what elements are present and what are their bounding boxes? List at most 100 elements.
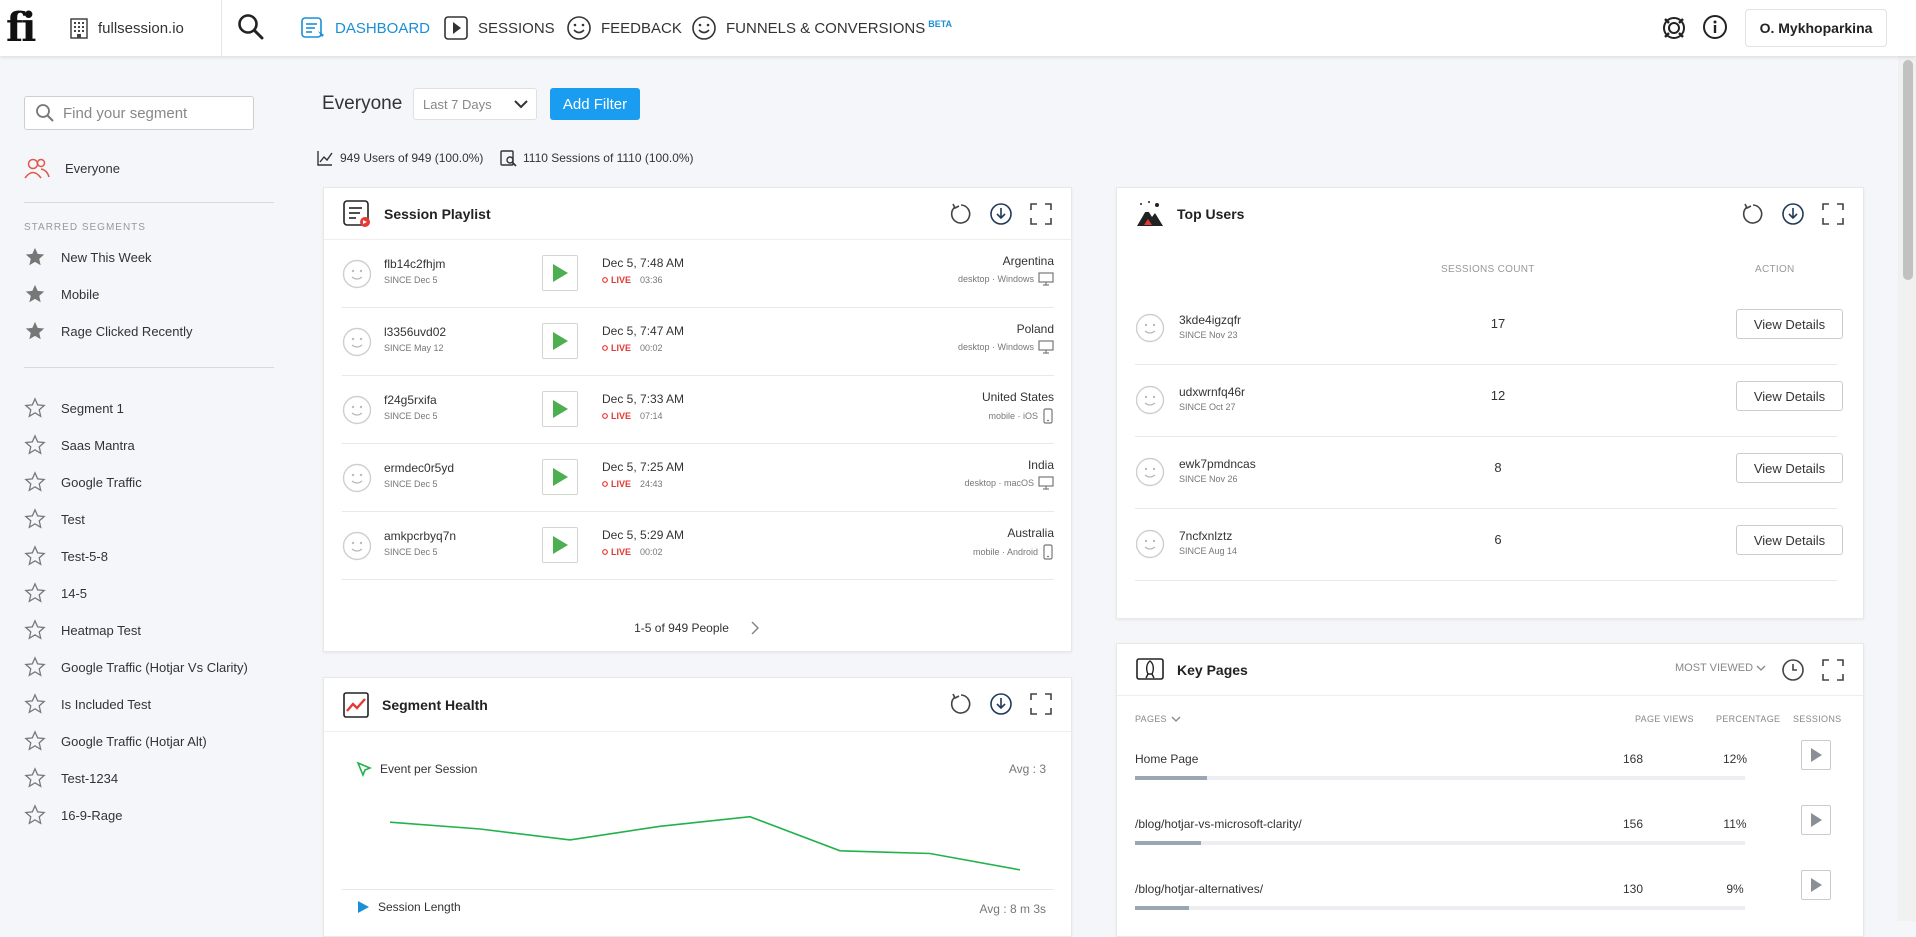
col-page-views: PAGE VIEWS	[1635, 714, 1694, 724]
top-user-id[interactable]: 7ncfxnlztz	[1179, 529, 1232, 543]
global-search-button[interactable]	[236, 12, 266, 42]
nav-sessions[interactable]: SESSIONS	[443, 0, 555, 56]
session-playlist-pager: 1-5 of 949 People	[324, 620, 1071, 636]
play-session-button[interactable]	[542, 527, 578, 563]
key-pages-sort-select[interactable]: MOST VIEWED	[1675, 662, 1766, 674]
page-path[interactable]: Home Page	[1135, 752, 1198, 766]
segment-item[interactable]: 14-5	[24, 581, 87, 605]
view-details-button[interactable]: View Details	[1736, 453, 1843, 483]
segment-everyone[interactable]: Everyone	[24, 156, 120, 180]
nav-funnels-conversions[interactable]: FUNNELS & CONVERSIONS BETA	[691, 0, 952, 56]
session-live-status: LIVE 00:02	[602, 343, 663, 353]
session-device: mobile · iOS	[988, 408, 1054, 424]
refresh-icon[interactable]	[949, 202, 973, 226]
info-button[interactable]	[1702, 14, 1728, 40]
refresh-icon[interactable]	[949, 692, 973, 716]
session-row[interactable]: ermdec0r5yd SINCE Dec 5 Dec 5, 7:25 AM LIVE…	[342, 444, 1054, 512]
session-playlist-header: Session Playlist	[324, 188, 1071, 240]
session-user-id[interactable]: amkpcrbyq7n	[384, 529, 456, 543]
fi-logo[interactable]: fi	[6, 4, 36, 51]
clock-icon[interactable]	[1781, 658, 1805, 682]
play-session-button[interactable]	[542, 255, 578, 291]
play-session-button[interactable]	[542, 459, 578, 495]
col-percentage: PERCENTAGE	[1716, 714, 1781, 724]
segment-item[interactable]: Test-5-8	[24, 544, 108, 568]
session-row[interactable]: f24g5rxifa SINCE Dec 5 Dec 5, 7:33 AM LIVE 0…	[342, 376, 1054, 444]
download-icon[interactable]	[989, 202, 1013, 226]
refresh-icon[interactable]	[1741, 202, 1765, 226]
segment-item[interactable]: Is Included Test	[24, 692, 151, 716]
segment-item[interactable]: Google Traffic (Hotjar Vs Clarity)	[24, 655, 248, 679]
current-segment-title: Everyone	[322, 93, 403, 114]
top-user-id[interactable]: ewk7pmdncas	[1179, 457, 1256, 471]
segment-item[interactable]: Segment 1	[24, 396, 124, 420]
session-country: India	[1027, 458, 1054, 472]
view-details-button[interactable]: View Details	[1736, 309, 1843, 339]
top-user-id[interactable]: 3kde4igzqfr	[1179, 313, 1241, 327]
add-filter-button[interactable]: Add Filter	[550, 88, 640, 120]
expand-icon[interactable]	[1821, 202, 1845, 226]
organization-switcher[interactable]: fullsession.io	[66, 0, 222, 56]
starred-segment-item[interactable]: New This Week	[24, 245, 152, 269]
segment-label: Segment 1	[61, 400, 124, 416]
monitor-icon	[1038, 476, 1054, 490]
phone-icon	[1043, 544, 1053, 560]
top-user-id[interactable]: udxwrnfq46r	[1179, 385, 1245, 399]
expand-icon[interactable]	[1029, 692, 1053, 716]
star-outline-icon	[24, 471, 46, 492]
segment-item[interactable]: Google Traffic	[24, 470, 142, 494]
segment-item[interactable]: Saas Mantra	[24, 433, 135, 457]
session-user-id[interactable]: ermdec0r5yd	[384, 461, 454, 475]
segment-item[interactable]: Google Traffic (Hotjar Alt)	[24, 729, 207, 753]
download-icon[interactable]	[1781, 202, 1805, 226]
play-page-sessions-button[interactable]	[1801, 740, 1831, 770]
view-details-button[interactable]: View Details	[1736, 525, 1843, 555]
expand-icon[interactable]	[1821, 658, 1845, 682]
metric-divider	[342, 889, 1054, 890]
page-share-track	[1135, 776, 1745, 780]
sidebar-divider	[24, 202, 274, 203]
segment-item[interactable]: Test	[24, 507, 85, 531]
expand-icon[interactable]	[1029, 202, 1053, 226]
segment-item[interactable]: Test-1234	[24, 766, 118, 790]
chevron-right-icon[interactable]	[749, 620, 761, 636]
nav-dashboard[interactable]: DASHBOARD	[300, 0, 430, 56]
session-time: Dec 5, 5:29 AM	[602, 528, 685, 542]
user-menu-button[interactable]: O. Mykhoparkina	[1745, 9, 1887, 47]
session-row[interactable]: amkpcrbyq7n SINCE Dec 5 Dec 5, 5:29 AM LIVE…	[342, 512, 1054, 580]
segment-search-input[interactable]: Find your segment	[24, 96, 254, 130]
sessions-stat-text: 1110 Sessions of 1110 (100.0%)	[523, 151, 694, 165]
session-row[interactable]: flb14c2fhjm SINCE Dec 5 Dec 5, 7:48 AM LIVE…	[342, 240, 1054, 308]
starred-segment-item[interactable]: Mobile	[24, 282, 99, 306]
segment-item[interactable]: 16-9-Rage	[24, 803, 122, 827]
page-path[interactable]: /blog/hotjar-vs-microsoft-clarity/	[1135, 817, 1302, 831]
session-search-icon	[500, 150, 517, 167]
top-user-row: ewk7pmdncas SINCE Nov 26 8 View Details	[1135, 437, 1843, 509]
session-live-status: LIVE 07:14	[602, 411, 663, 421]
session-row[interactable]: l3356uvd02 SINCE May 12 Dec 5, 7:47 AM LIVE…	[342, 308, 1054, 376]
session-user-id[interactable]: l3356uvd02	[384, 325, 446, 339]
monitor-icon	[1038, 340, 1054, 354]
page-path[interactable]: /blog/hotjar-alternatives/	[1135, 882, 1263, 896]
play-session-button[interactable]	[542, 391, 578, 427]
key-pages-card: Key Pages MOST VIEWED PAGES PAGE VIEWS P…	[1116, 643, 1864, 937]
nav-feedback[interactable]: FEEDBACK	[566, 0, 682, 56]
live-dot-icon	[602, 277, 608, 283]
star-filled-icon	[25, 247, 45, 266]
integrations-button[interactable]	[1660, 14, 1688, 42]
session-user-id[interactable]: f24g5rxifa	[384, 393, 437, 407]
download-icon[interactable]	[989, 692, 1013, 716]
starred-segment-item[interactable]: Rage Clicked Recently	[24, 319, 193, 343]
segment-item[interactable]: Heatmap Test	[24, 618, 141, 642]
top-user-since: SINCE Nov 23	[1179, 330, 1238, 340]
date-range-select[interactable]: Last 7 Days	[413, 88, 537, 120]
key-pages-header: Key Pages MOST VIEWED	[1117, 644, 1863, 696]
page-scrollbar-thumb[interactable]	[1903, 60, 1913, 280]
play-page-sessions-button[interactable]	[1801, 870, 1831, 900]
play-session-button[interactable]	[542, 323, 578, 359]
view-details-button[interactable]: View Details	[1736, 381, 1843, 411]
session-device-label: mobile · iOS	[988, 411, 1038, 421]
play-page-sessions-button[interactable]	[1801, 805, 1831, 835]
session-user-id[interactable]: flb14c2fhjm	[384, 257, 445, 271]
col-pages[interactable]: PAGES	[1135, 714, 1181, 724]
